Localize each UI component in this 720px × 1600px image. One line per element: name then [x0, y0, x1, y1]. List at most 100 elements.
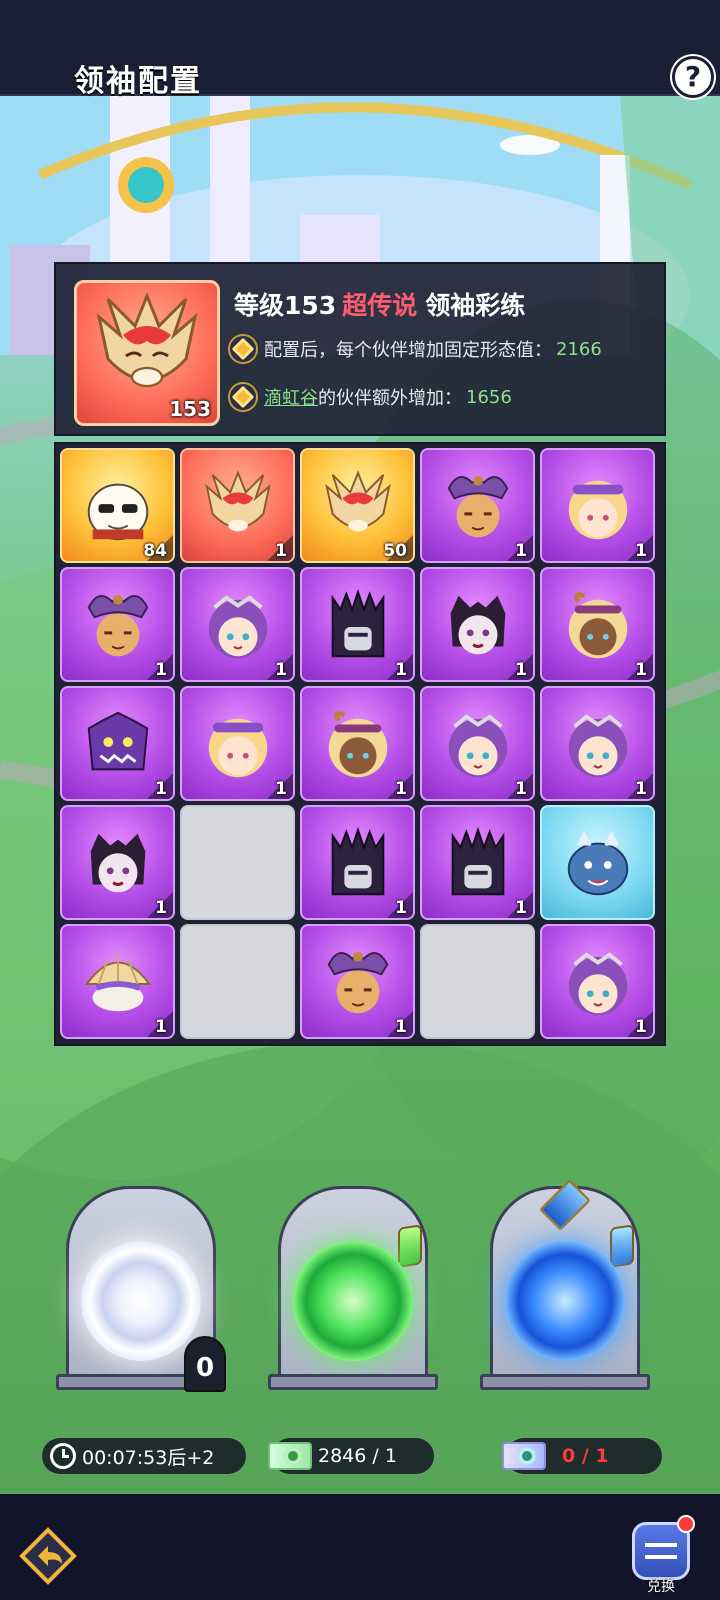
tile-count: 1	[515, 541, 527, 561]
partner-tile[interactable]: 1	[60, 805, 175, 920]
bonus-text: 配置后，每个伙伴增加固定形态值：	[264, 340, 552, 361]
partner-tile[interactable]: 1	[180, 448, 295, 563]
extra-text: 的伙伴额外增加：	[318, 388, 462, 409]
green-ticket-count: 2846 / 1	[318, 1445, 397, 1467]
partner-tile[interactable]: 1	[420, 448, 535, 563]
blonde-girl-icon	[568, 480, 627, 539]
partner-tile[interactable]: 1	[180, 686, 295, 801]
green-portal[interactable]	[268, 1186, 438, 1390]
tile-count: 1	[155, 779, 167, 799]
tile-count: 1	[275, 779, 287, 799]
star-icon	[228, 334, 258, 364]
green-ticket-pill: 2846 / 1	[268, 1438, 434, 1474]
leader-level-badge: 153	[169, 397, 211, 421]
empty-slot[interactable]	[180, 805, 295, 920]
exchange-button[interactable]	[632, 1515, 695, 1580]
portal-base	[268, 1374, 438, 1390]
tile-count: 1	[515, 660, 527, 680]
partner-tile[interactable]: 1	[60, 567, 175, 682]
partner-tile[interactable]: 1	[540, 567, 655, 682]
tile-count: 1	[155, 660, 167, 680]
extra-value: 1656	[466, 386, 512, 408]
horned-helmet-icon	[447, 475, 508, 537]
blue-gem-icon	[610, 1224, 634, 1268]
tile-count: 1	[515, 898, 527, 918]
panda-sunglasses-icon	[87, 483, 148, 540]
tile-count: 1	[635, 779, 647, 799]
leader-rarity: 超传说	[342, 291, 418, 320]
partner-tile[interactable]: 1	[300, 805, 415, 920]
exchange-arrow-icon	[645, 1555, 677, 1559]
tile-count: 1	[635, 1017, 647, 1037]
tile-count: 1	[635, 541, 647, 561]
blue-ticket-count: 0 / 1	[562, 1445, 609, 1467]
horned-helmet-icon	[87, 594, 148, 656]
blonde-girl-icon	[208, 718, 267, 777]
purple-hair-girl-icon	[208, 595, 267, 658]
partner-tile[interactable]: 1	[540, 686, 655, 801]
exchange-label[interactable]: 兑换	[633, 1576, 689, 1596]
timer-text: 00:07:53后+2	[82, 1446, 215, 1469]
partner-tile[interactable]: 50	[300, 448, 415, 563]
empty-slot[interactable]	[420, 924, 535, 1039]
horned-helmet-icon	[327, 951, 388, 1013]
gothic-girl-icon	[90, 833, 145, 893]
tile-count: 1	[155, 898, 167, 918]
horned-blonde-icon	[568, 591, 627, 658]
green-swirl	[293, 1241, 413, 1361]
partner-tile[interactable]: 1	[420, 805, 535, 920]
partner-tile[interactable]: 1	[180, 567, 295, 682]
tile-count: 1	[275, 660, 287, 680]
bottom-bar: 兑换	[0, 1494, 720, 1600]
green-gem-icon	[398, 1224, 422, 1268]
timer-pill: 00:07:53后+2	[42, 1438, 246, 1474]
blue-dragon-icon	[567, 830, 628, 895]
leader-portrait[interactable]: 153	[74, 280, 220, 426]
partner-tile[interactable]: 1	[420, 567, 535, 682]
partner-tile[interactable]: 1	[540, 924, 655, 1039]
tile-count: 1	[395, 779, 407, 799]
empty-slot[interactable]	[180, 924, 295, 1039]
tile-count: 1	[515, 779, 527, 799]
bonus-value: 2166	[556, 338, 602, 360]
partner-tile[interactable]: 1	[420, 686, 535, 801]
blue-portal[interactable]	[480, 1178, 650, 1390]
gothic-girl-icon	[450, 595, 505, 655]
tile-count: 1	[395, 660, 407, 680]
tile-count: 1	[395, 1017, 407, 1037]
partner-tile[interactable]: 1	[60, 686, 175, 801]
purple-hair-girl-icon	[568, 952, 627, 1015]
help-button[interactable]: ?	[672, 56, 714, 98]
partner-tile[interactable]: 1	[60, 924, 175, 1039]
extra-bonus-line: 滴虹谷 的伙伴额外增加： 1656	[228, 382, 512, 412]
page-title: 领袖配置	[74, 64, 202, 99]
partner-tile[interactable]	[540, 805, 655, 920]
partner-tile[interactable]: 1	[300, 686, 415, 801]
white-portal-count: 0	[184, 1336, 226, 1392]
bonus-line: 配置后，每个伙伴增加固定形态值： 2166	[228, 334, 602, 364]
top-bar: 领袖配置 ?	[0, 0, 720, 99]
white-portal[interactable]: 0	[56, 1186, 226, 1392]
white-swirl	[81, 1241, 201, 1361]
clock-icon	[50, 1443, 76, 1469]
partner-tile[interactable]: 1	[540, 448, 655, 563]
shell-creature-icon	[84, 952, 151, 1012]
notification-dot	[677, 1515, 695, 1533]
partner-grid: 84 1 50 1 1 1 1 1 1 1 1 1 1 1 1 1 1 1 1 1 1	[54, 442, 666, 1046]
partner-tile[interactable]: 84	[60, 448, 175, 563]
purple-monster-icon	[87, 711, 148, 771]
tile-count: 1	[635, 660, 647, 680]
leader-info-panel: 153 等级153 超传说 领袖彩练 配置后，每个伙伴增加固定形态值： 2166 滴…	[54, 262, 666, 436]
leader-name: 领袖彩练	[425, 291, 526, 320]
partner-tile[interactable]: 1	[300, 567, 415, 682]
dragon-mask-icon	[324, 469, 391, 532]
tile-count: 50	[383, 541, 407, 561]
purple-hair-girl-icon	[568, 714, 627, 777]
blue-ticket-pill: 0 / 1	[502, 1438, 662, 1474]
region-link[interactable]: 滴虹谷	[264, 384, 318, 410]
green-ticket-icon	[268, 1442, 312, 1470]
tile-count: 1	[155, 1017, 167, 1037]
back-arrow-icon[interactable]	[18, 1526, 78, 1586]
dragon-mask-icon	[204, 469, 271, 532]
partner-tile[interactable]: 1	[300, 924, 415, 1039]
